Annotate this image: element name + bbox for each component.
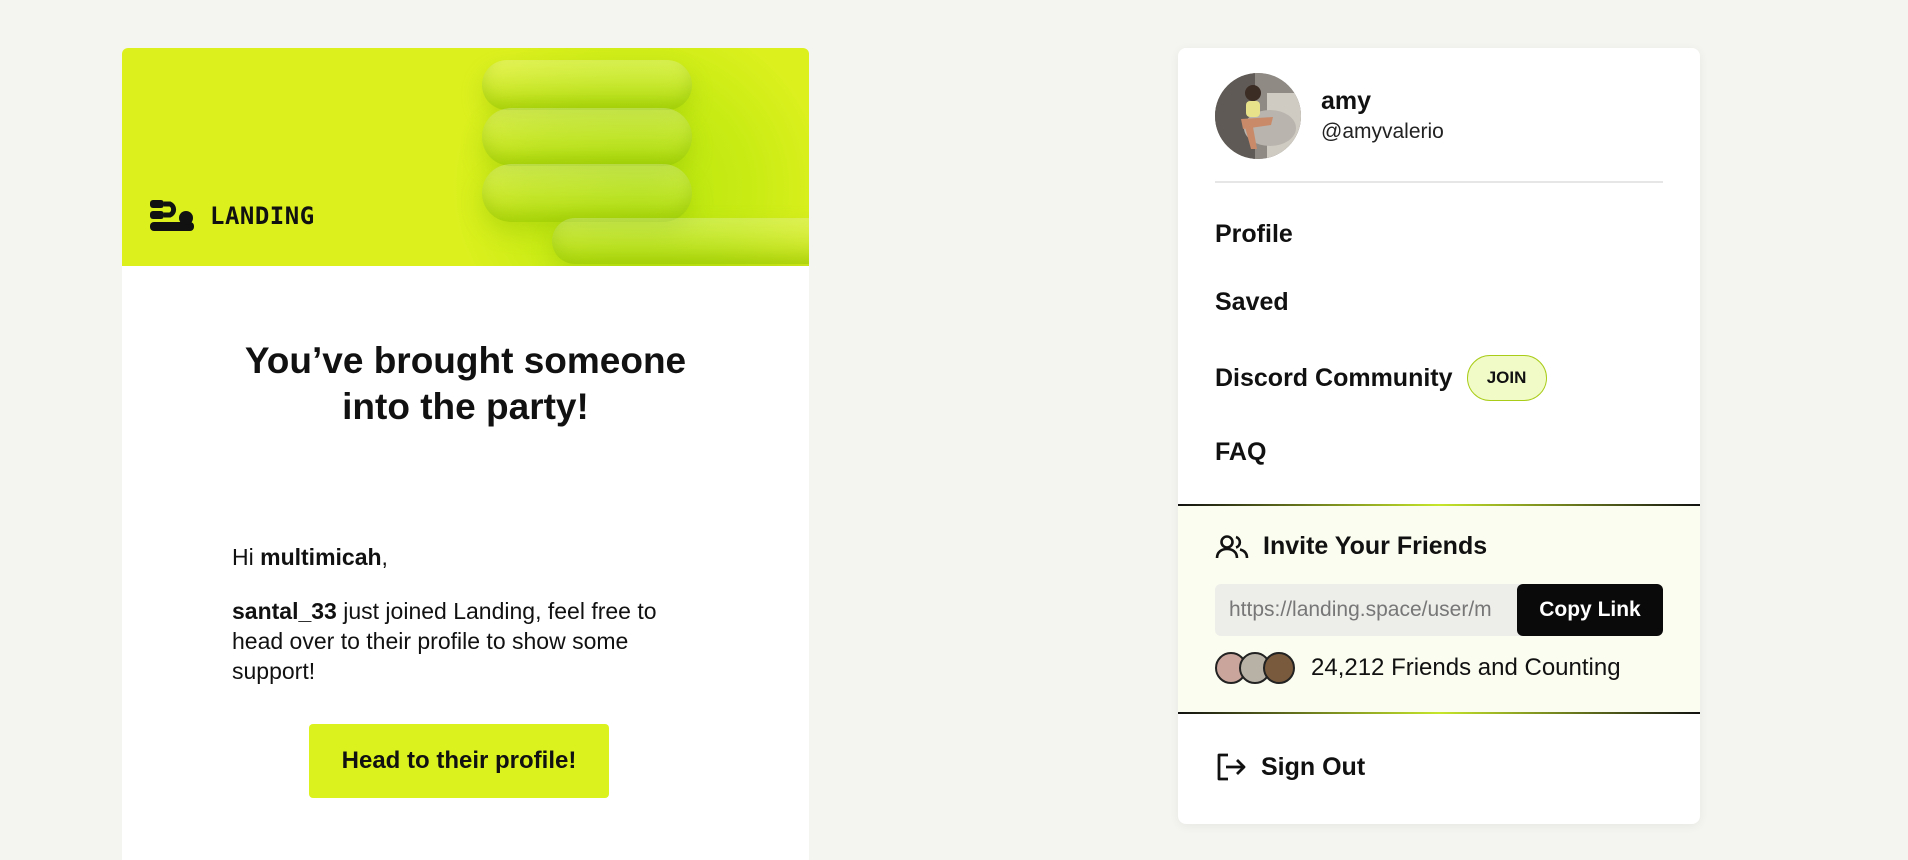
email-title-line-1: You’ve brought someone [244, 340, 687, 381]
avatar[interactable] [1215, 73, 1301, 159]
banner-decoration [482, 60, 692, 110]
greeting-prefix: Hi [232, 544, 261, 570]
email-header-banner: LANDING [122, 48, 809, 266]
landing-logo-icon [150, 200, 194, 231]
email-message: santal_33 just joined Landing, feel free… [232, 596, 702, 686]
brand: LANDING [150, 200, 315, 232]
join-badge[interactable]: JOIN [1466, 355, 1547, 401]
banner-decoration [552, 218, 809, 264]
invite-header: Invite Your Friends [1215, 532, 1487, 561]
friends-counter: 24,212 Friends and Counting [1215, 652, 1621, 684]
banner-decoration [482, 164, 692, 222]
user-info: amy @amyvalerio [1321, 86, 1444, 146]
greeting-suffix: , [381, 544, 388, 570]
sign-out-icon [1217, 753, 1246, 781]
sign-out-label: Sign Out [1261, 752, 1366, 781]
sign-out-button[interactable]: Sign Out [1215, 752, 1365, 782]
head-to-profile-button[interactable]: Head to their profile! [309, 724, 609, 798]
invite-friends-section: Invite Your Friends Copy Link 24,212 Fri… [1178, 504, 1700, 714]
divider [1215, 181, 1663, 183]
avatar-photo-icon [1215, 73, 1301, 159]
friend-avatars [1215, 652, 1295, 684]
menu-item-saved[interactable]: Saved [1215, 288, 1289, 317]
menu-item-profile[interactable]: Profile [1215, 220, 1293, 249]
greeting: Hi multimicah, [232, 542, 702, 572]
discord-community-label: Discord Community [1215, 363, 1453, 392]
user-name: amy [1321, 87, 1372, 115]
menu-item-faq[interactable]: FAQ [1215, 438, 1266, 467]
account-menu: amy @amyvalerio Profile Saved Discord Co… [1178, 48, 1700, 824]
email-card: LANDING You’ve brought someone into the … [122, 48, 809, 860]
friend-avatar [1263, 652, 1295, 684]
email-title: You’ve brought someone into the party! [122, 338, 809, 430]
joined-username: santal_33 [232, 598, 337, 624]
banner-decoration [482, 108, 692, 166]
menu-item-discord-community[interactable]: Discord Community JOIN [1215, 355, 1547, 401]
copy-link-button[interactable]: Copy Link [1517, 584, 1663, 636]
friends-count-text: 24,212 Friends and Counting [1311, 654, 1621, 681]
email-title-line-2: into the party! [342, 386, 589, 427]
greeting-name: multimicah [260, 544, 382, 570]
invite-link-field[interactable] [1215, 584, 1523, 636]
email-body: Hi multimicah, santal_33 just joined Lan… [232, 542, 702, 710]
users-icon [1215, 534, 1249, 558]
user-header: amy @amyvalerio [1215, 73, 1444, 159]
user-handle: @amyvalerio [1321, 120, 1444, 143]
invite-link-row: Copy Link [1215, 584, 1663, 636]
invite-title: Invite Your Friends [1263, 532, 1488, 560]
brand-name: LANDING [210, 202, 315, 230]
